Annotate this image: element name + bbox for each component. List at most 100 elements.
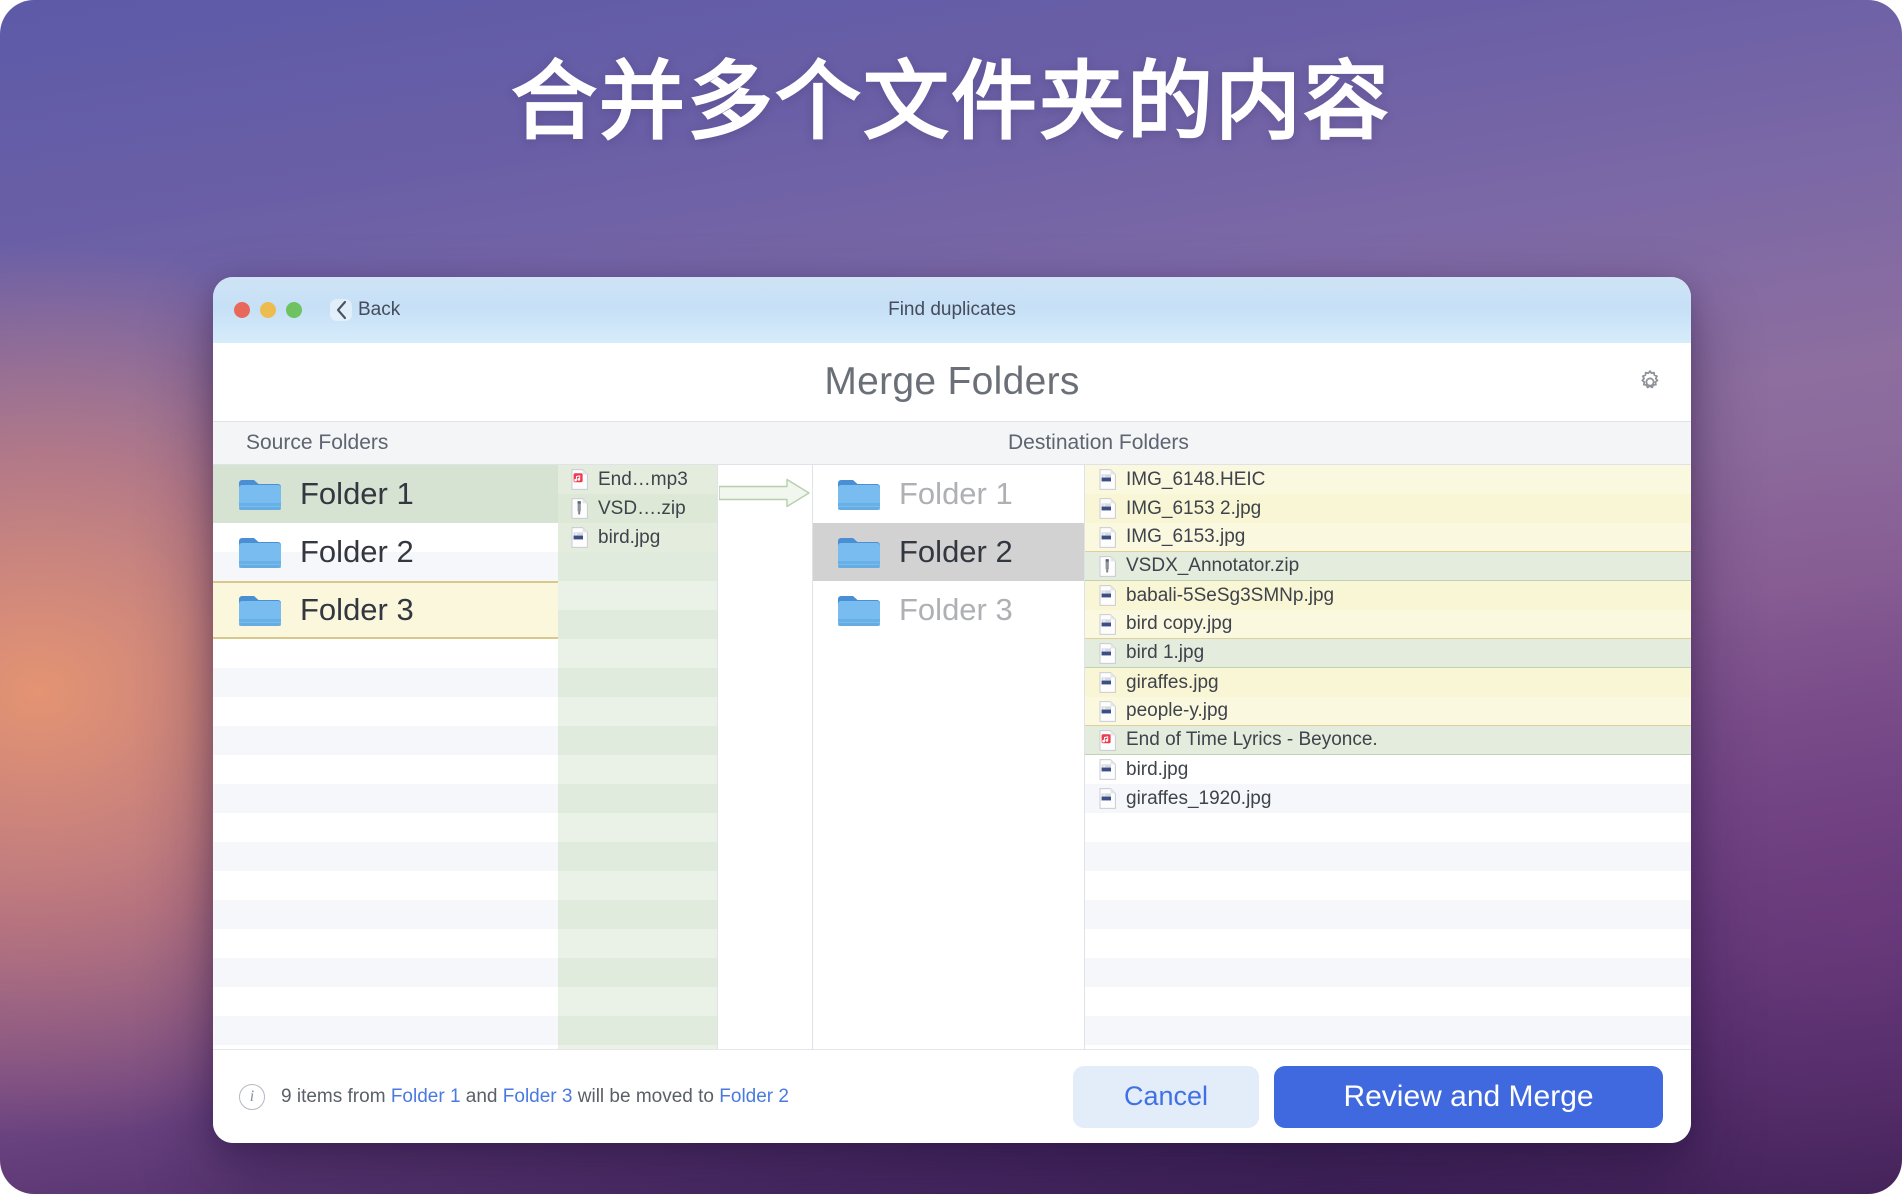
source-folder-row-2[interactable]: Folder 2 [213,523,558,581]
destination-file-row[interactable]: IMG_6153.jpg [1084,523,1691,552]
merge-arrow-pane [717,465,812,1049]
row-stripes [558,465,717,1049]
image-file-icon [1098,700,1117,723]
destination-file-label: babali-5SeSg3SMNp.jpg [1126,585,1334,607]
source-file-label: VSD….zip [598,498,686,520]
archive-file-icon [570,497,589,520]
destination-file-row[interactable]: End of Time Lyrics - Beyonce. [1084,726,1691,755]
info-icon: i [239,1084,265,1110]
image-file-icon [570,526,589,549]
image-file-icon [1098,671,1117,694]
folder-icon [237,592,283,629]
destination-folders-header: Destination Folders [1008,431,1189,455]
image-file-icon [1098,468,1117,491]
maximize-window-button[interactable] [286,302,302,318]
folder-icon [237,476,283,513]
destination-folder-label: Folder 2 [899,534,1013,570]
chevron-left-icon [330,299,352,321]
merge-arrow-icon [719,476,811,515]
image-file-icon [1098,526,1117,549]
traffic-lights [234,302,302,318]
pane-separator [812,465,813,1049]
destination-folder-row-3[interactable]: Folder 3 [812,581,1084,639]
destination-file-label: bird.jpg [1126,759,1188,781]
destination-folder-list[interactable]: Folder 1 Folder 2 [812,465,1084,639]
status-suffix: will be moved to [572,1086,719,1107]
source-folder-label: Folder 2 [300,534,414,570]
music-file-icon [570,468,589,491]
destination-file-label: End of Time Lyrics - Beyonce. [1126,729,1378,751]
destination-folder-row-2[interactable]: Folder 2 [812,523,1084,581]
destination-files-pane: IMG_6148.HEIC IMG_6153 2 [1084,465,1691,1049]
destination-file-label: giraffes_1920.jpg [1126,788,1271,810]
destination-folders-pane: Folder 1 Folder 2 [812,465,1084,1049]
destination-file-label: VSDX_Annotator.zip [1126,555,1299,577]
status-link-folder2[interactable]: Folder 2 [719,1086,789,1107]
destination-file-label: giraffes.jpg [1126,672,1219,694]
status-link-folder3[interactable]: Folder 3 [503,1086,573,1107]
minimize-window-button[interactable] [260,302,276,318]
destination-file-row[interactable]: people-y.jpg [1084,697,1691,726]
app-window: Back Find duplicates Merge Folders Sourc… [213,277,1691,1143]
image-file-icon [1098,758,1117,781]
destination-file-row[interactable]: bird.jpg [1084,755,1691,784]
back-button[interactable]: Back [324,292,412,328]
destination-file-row[interactable]: IMG_6153 2.jpg [1084,494,1691,523]
close-window-button[interactable] [234,302,250,318]
destination-file-row[interactable]: IMG_6148.HEIC [1084,465,1691,494]
folder-icon [237,534,283,571]
promo-backdrop: 合并多个文件夹的内容 Back Find duplicates Merge F [0,0,1902,1194]
promo-headline: 合并多个文件夹的内容 [0,52,1902,153]
destination-file-row[interactable]: bird 1.jpg [1084,639,1691,668]
destination-file-row[interactable]: VSDX_Annotator.zip [1084,552,1691,581]
destination-file-label: bird copy.jpg [1126,613,1232,635]
destination-file-row[interactable]: giraffes_1920.jpg [1084,784,1691,813]
source-file-label: bird.jpg [598,527,660,549]
destination-folder-label: Folder 3 [899,592,1013,628]
destination-file-list[interactable]: IMG_6148.HEIC IMG_6153 2 [1084,465,1691,813]
destination-file-label: bird 1.jpg [1126,642,1204,664]
pane-separator [1084,465,1085,1049]
source-folder-label: Folder 1 [300,476,414,512]
folder-icon [836,534,882,571]
review-and-merge-button[interactable]: Review and Merge [1274,1066,1663,1128]
image-file-icon [1098,584,1117,607]
status-link-folder1[interactable]: Folder 1 [391,1086,461,1107]
source-folder-row-3[interactable]: Folder 3 [213,581,558,639]
merge-panes: Folder 1 Folder 2 [213,465,1691,1049]
source-folder-label: Folder 3 [300,592,414,628]
destination-file-label: IMG_6153.jpg [1126,526,1245,548]
destination-file-label: people-y.jpg [1126,700,1228,722]
page-title: Merge Folders [824,360,1079,404]
image-file-icon [1098,613,1117,636]
archive-file-icon [1098,555,1117,578]
destination-folder-row-1[interactable]: Folder 1 [812,465,1084,523]
source-file-label: End…mp3 [598,469,688,491]
destination-file-row[interactable]: giraffes.jpg [1084,668,1691,697]
source-file-list[interactable]: End…mp3 VSD….zip [558,465,717,552]
gear-icon[interactable] [1633,365,1667,399]
source-folder-row-1[interactable]: Folder 1 [213,465,558,523]
status-message: 9 items from Folder 1 and Folder 3 will … [281,1086,789,1108]
column-headers: Source Folders Destination Folders [213,421,1691,465]
source-folder-list[interactable]: Folder 1 Folder 2 [213,465,558,639]
source-files-pane: End…mp3 VSD….zip [558,465,717,1049]
back-label: Back [358,299,400,321]
source-file-row[interactable]: End…mp3 [558,465,717,494]
window-titlebar: Back Find duplicates [213,277,1691,343]
destination-file-row[interactable]: babali-5SeSg3SMNp.jpg [1084,581,1691,610]
cancel-button[interactable]: Cancel [1073,1066,1259,1128]
destination-file-row[interactable]: bird copy.jpg [1084,610,1691,639]
destination-file-label: IMG_6153 2.jpg [1126,498,1261,520]
source-file-row[interactable]: bird.jpg [558,523,717,552]
image-file-icon [1098,787,1117,810]
footer-bar: i 9 items from Folder 1 and Folder 3 wil… [213,1049,1691,1143]
page-header: Merge Folders [213,343,1691,421]
source-folders-pane: Folder 1 Folder 2 [213,465,558,1049]
music-file-icon [1098,729,1117,752]
source-file-row[interactable]: VSD….zip [558,494,717,523]
destination-file-label: IMG_6148.HEIC [1126,469,1265,491]
image-file-icon [1098,642,1117,665]
source-folders-header: Source Folders [246,431,388,455]
folder-icon [836,592,882,629]
